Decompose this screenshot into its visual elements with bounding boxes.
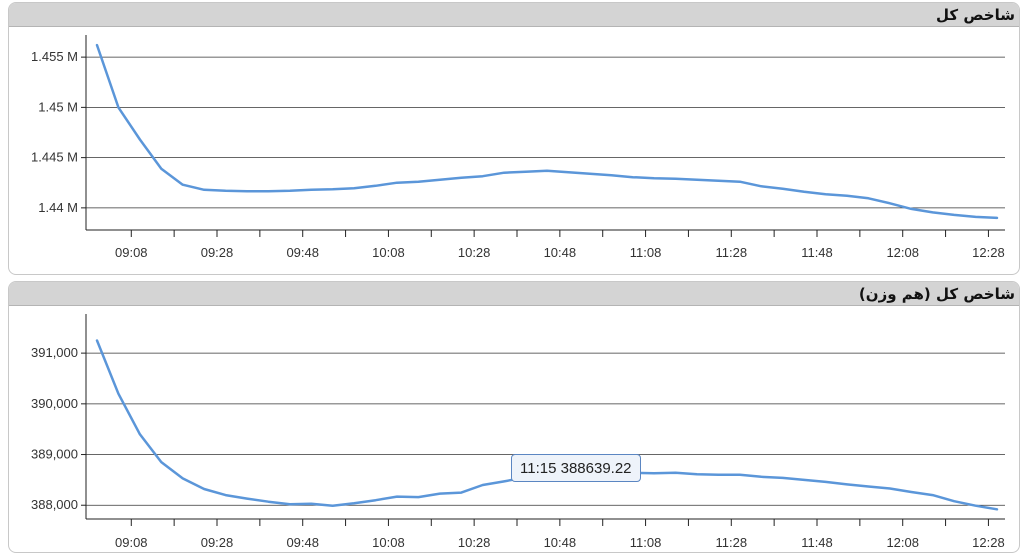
y-tick-label: 391,000 <box>31 345 78 360</box>
x-tick-label: 12:28 <box>972 245 1005 260</box>
y-tick-label: 1.455 M <box>31 49 78 64</box>
x-tick-label: 10:48 <box>544 535 577 550</box>
x-tick-label: 10:08 <box>372 535 405 550</box>
chart-tooltip: 11:15 388639.22 <box>511 454 641 482</box>
y-tick-label: 1.45 M <box>38 99 78 114</box>
tooltip-value: 388639.22 <box>560 460 632 477</box>
x-tick-label: 09:08 <box>115 245 148 260</box>
x-tick-label: 10:28 <box>458 245 491 260</box>
x-tick-label: 12:08 <box>886 245 919 260</box>
x-tick-label: 11:28 <box>715 245 747 260</box>
line-chart-total-index[interactable]: 1.44 M 1.445 M 1.45 M 1.455 M 09:08 09:28 09:4… <box>9 3 1020 275</box>
line-chart-equal-weight-index[interactable]: 388,000 389,000 390,000 391,000 09:08 09:28 09… <box>9 282 1020 553</box>
x-tick-label: 09:48 <box>286 535 319 550</box>
series-line <box>95 43 999 220</box>
y-tick-label: 1.445 M <box>31 150 78 165</box>
x-tick-label: 11:08 <box>630 245 662 260</box>
tooltip-time: 11:15 <box>520 460 557 477</box>
chart-panel-total-index: شاخص کل 1.44 M 1.445 M 1.45 M 1.455 M 09:08 0… <box>8 2 1020 275</box>
x-tick-label: 09:28 <box>201 245 234 260</box>
x-tick-label: 10:48 <box>544 245 577 260</box>
x-tick-label: 09:28 <box>201 535 234 550</box>
x-tick-label: 10:28 <box>458 535 491 550</box>
x-tick-label: 11:48 <box>801 245 833 260</box>
chart-panel-equal-weight-index: شاخص کل (هم وزن) 388,000 389,000 390,000 39… <box>8 281 1020 553</box>
x-tick-label: 11:28 <box>715 535 747 550</box>
x-tick-label: 09:08 <box>115 535 148 550</box>
series-line <box>95 339 999 511</box>
y-tick-label: 388,000 <box>31 497 78 512</box>
y-tick-label: 390,000 <box>31 396 78 411</box>
x-tick-label: 12:08 <box>886 535 919 550</box>
x-tick-label: 11:48 <box>801 535 833 550</box>
x-tick-label: 10:08 <box>372 245 405 260</box>
x-tick-label: 09:48 <box>286 245 319 260</box>
x-tick-label: 11:08 <box>630 535 662 550</box>
y-tick-label: 1.44 M <box>38 200 78 215</box>
x-tick-label: 12:28 <box>972 535 1005 550</box>
y-tick-label: 389,000 <box>31 447 78 462</box>
